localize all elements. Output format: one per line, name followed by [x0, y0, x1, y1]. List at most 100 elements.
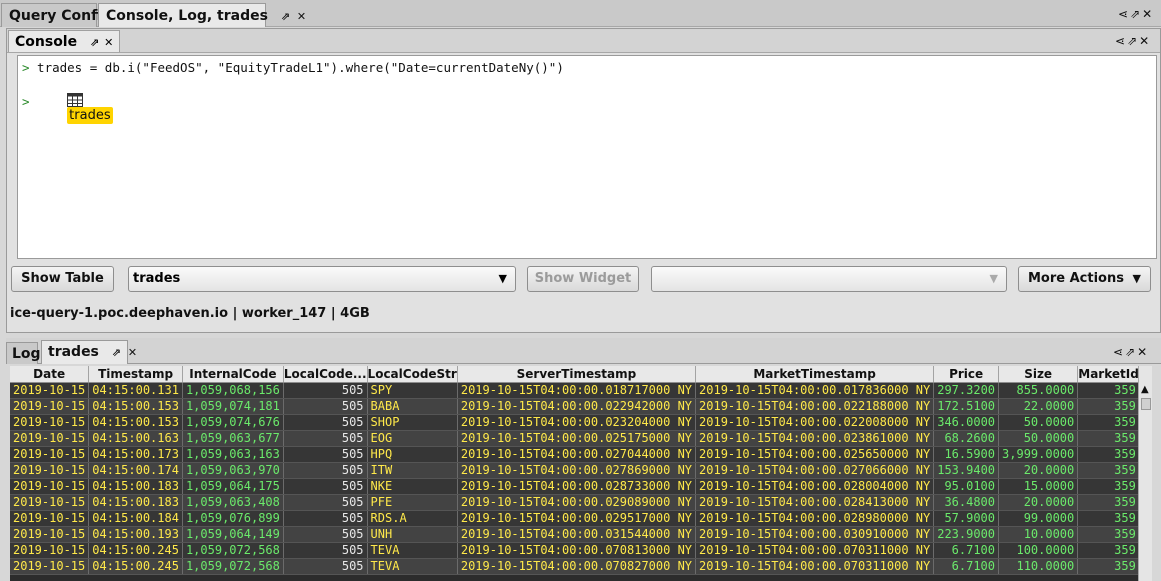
- popout-icon[interactable]: ⇗: [112, 346, 121, 359]
- table-cell[interactable]: 2019-10-15: [10, 494, 90, 511]
- table-cell[interactable]: 2019-10-15T04:00:00.031544000 NY: [457, 526, 697, 543]
- table-cell[interactable]: 2019-10-15T04:00:00.070311000 NY: [695, 558, 935, 575]
- table-cell[interactable]: 20.0000: [998, 494, 1079, 511]
- table-cell[interactable]: 359: [1077, 510, 1138, 527]
- table-cell[interactable]: NKE: [367, 478, 458, 495]
- table-cell[interactable]: 50.0000: [998, 430, 1079, 447]
- table-cell[interactable]: 1,059,068,156: [182, 382, 284, 399]
- table-cell[interactable]: 346.0000: [933, 414, 1000, 431]
- popout-icon[interactable]: ⇗: [1127, 34, 1139, 48]
- table-cell[interactable]: 3,999.0000: [998, 446, 1079, 463]
- table-cell[interactable]: 04:15:00.174: [88, 462, 183, 479]
- table-cell[interactable]: 2019-10-15: [10, 430, 90, 447]
- table-cell[interactable]: 2019-10-15T04:00:00.027869000 NY: [457, 462, 697, 479]
- column-header[interactable]: Timestamp: [88, 366, 183, 383]
- table-row[interactable]: 2019-10-15 04:15:00.163 1,059,063,677 505 EO…: [10, 430, 1138, 447]
- close-icon[interactable]: ✕: [1142, 7, 1154, 21]
- table-cell[interactable]: 2019-10-15: [10, 414, 90, 431]
- close-icon[interactable]: ✕: [1137, 345, 1149, 359]
- table-cell[interactable]: 2019-10-15T04:00:00.070311000 NY: [695, 542, 935, 559]
- table-row[interactable]: 2019-10-15 04:15:00.245 1,059,072,568 505 TE…: [10, 558, 1138, 575]
- table-cell[interactable]: 505: [283, 382, 368, 399]
- table-cell[interactable]: 1,059,076,899: [182, 510, 284, 527]
- table-cell[interactable]: PFE: [367, 494, 458, 511]
- table-cell[interactable]: HPQ: [367, 446, 458, 463]
- table-cell[interactable]: 2019-10-15T04:00:00.022008000 NY: [695, 414, 935, 431]
- table-row[interactable]: 2019-10-15 04:15:00.193 1,059,064,149 505 UN…: [10, 526, 1138, 543]
- table-cell[interactable]: 1,059,063,677: [182, 430, 284, 447]
- table-cell[interactable]: 99.0000: [998, 510, 1079, 527]
- table-cell[interactable]: 16.5900: [933, 446, 1000, 463]
- table-cell[interactable]: 04:15:00.163: [88, 430, 183, 447]
- table-cell[interactable]: 505: [283, 558, 368, 575]
- table-cell[interactable]: ITW: [367, 462, 458, 479]
- table-cell[interactable]: 505: [283, 430, 368, 447]
- share-icon[interactable]: ⋖: [1118, 7, 1130, 21]
- table-cell[interactable]: 1,059,072,568: [182, 558, 284, 575]
- table-cell[interactable]: 04:15:00.131: [88, 382, 183, 399]
- table-cell[interactable]: 359: [1077, 526, 1138, 543]
- table-cell[interactable]: SHOP: [367, 414, 458, 431]
- table-cell[interactable]: 223.9000: [933, 526, 1000, 543]
- table-cell[interactable]: 04:15:00.173: [88, 446, 183, 463]
- table-cell[interactable]: 2019-10-15T04:00:00.017836000 NY: [695, 382, 935, 399]
- vertical-scrollbar[interactable]: ▲: [1138, 366, 1152, 581]
- table-cell[interactable]: 1,059,072,568: [182, 542, 284, 559]
- table-cell[interactable]: 2019-10-15T04:00:00.029089000 NY: [457, 494, 697, 511]
- column-header[interactable]: MarketTimestamp: [695, 366, 935, 383]
- table-row[interactable]: 2019-10-15 04:15:00.153 1,059,074,676 505 SH…: [10, 414, 1138, 431]
- table-cell[interactable]: 505: [283, 510, 368, 527]
- popout-icon[interactable]: ⇗: [1125, 345, 1137, 359]
- table-cell[interactable]: 2019-10-15T04:00:00.070813000 NY: [457, 542, 697, 559]
- table-cell[interactable]: 505: [283, 414, 368, 431]
- scroll-thumb[interactable]: [1141, 398, 1151, 410]
- column-header[interactable]: LocalCode...: [283, 366, 368, 383]
- popout-icon[interactable]: ⇗: [281, 10, 290, 23]
- table-cell[interactable]: TEVA: [367, 542, 458, 559]
- column-header[interactable]: Price: [933, 366, 1000, 383]
- table-cell[interactable]: 15.0000: [998, 478, 1079, 495]
- column-header[interactable]: Date: [10, 366, 90, 383]
- table-cell[interactable]: EOG: [367, 430, 458, 447]
- table-cell[interactable]: 110.0000: [998, 558, 1079, 575]
- table-cell[interactable]: 359: [1077, 430, 1138, 447]
- table-cell[interactable]: 1,059,063,408: [182, 494, 284, 511]
- table-cell[interactable]: 153.9400: [933, 462, 1000, 479]
- tab-trades[interactable]: trades ⇗ ✕: [41, 340, 137, 364]
- close-icon[interactable]: ✕: [297, 10, 306, 23]
- table-row[interactable]: 2019-10-15 04:15:00.245 1,059,072,568 505 TE…: [10, 542, 1138, 559]
- table-row[interactable]: 2019-10-15 04:15:00.173 1,059,063,163 505 HP…: [10, 446, 1138, 463]
- next-prompt-line[interactable]: >: [22, 94, 30, 109]
- tab-query-config[interactable]: Query Config: [1, 3, 112, 27]
- column-header[interactable]: ServerTimestamp: [457, 366, 697, 383]
- table-cell[interactable]: 2019-10-15T04:00:00.028413000 NY: [695, 494, 935, 511]
- console-editor[interactable]: > trades = db.i("FeedOS", "EquityTradeL1…: [17, 55, 1157, 259]
- table-cell[interactable]: 297.3200: [933, 382, 1000, 399]
- table-row[interactable]: 2019-10-15 04:15:00.153 1,059,074,181 505 BA…: [10, 398, 1138, 415]
- table-cell[interactable]: 2019-10-15: [10, 542, 90, 559]
- table-cell[interactable]: 505: [283, 462, 368, 479]
- column-header[interactable]: InternalCode: [182, 366, 284, 383]
- table-cell[interactable]: 505: [283, 478, 368, 495]
- table-cell[interactable]: 68.2600: [933, 430, 1000, 447]
- table-cell[interactable]: 359: [1077, 558, 1138, 575]
- table-cell[interactable]: 6.7100: [933, 558, 1000, 575]
- table-cell[interactable]: 2019-10-15: [10, 398, 90, 415]
- table-cell[interactable]: 95.0100: [933, 478, 1000, 495]
- table-cell[interactable]: 100.0000: [998, 542, 1079, 559]
- table-cell[interactable]: 359: [1077, 462, 1138, 479]
- table-cell[interactable]: 04:15:00.245: [88, 542, 183, 559]
- table-cell[interactable]: 359: [1077, 494, 1138, 511]
- scroll-up-icon[interactable]: ▲: [1141, 384, 1149, 395]
- share-icon[interactable]: ⋖: [1115, 34, 1127, 48]
- table-cell[interactable]: 2019-10-15T04:00:00.023861000 NY: [695, 430, 935, 447]
- table-cell[interactable]: SPY: [367, 382, 458, 399]
- table-cell[interactable]: 1,059,064,149: [182, 526, 284, 543]
- table-cell[interactable]: 04:15:00.153: [88, 398, 183, 415]
- table-cell[interactable]: 2019-10-15T04:00:00.028733000 NY: [457, 478, 697, 495]
- column-header[interactable]: Size: [998, 366, 1079, 383]
- table-cell[interactable]: 2019-10-15: [10, 478, 90, 495]
- table-cell[interactable]: 1,059,074,181: [182, 398, 284, 415]
- table-cell[interactable]: 2019-10-15: [10, 446, 90, 463]
- show-table-button[interactable]: Show Table: [11, 266, 114, 292]
